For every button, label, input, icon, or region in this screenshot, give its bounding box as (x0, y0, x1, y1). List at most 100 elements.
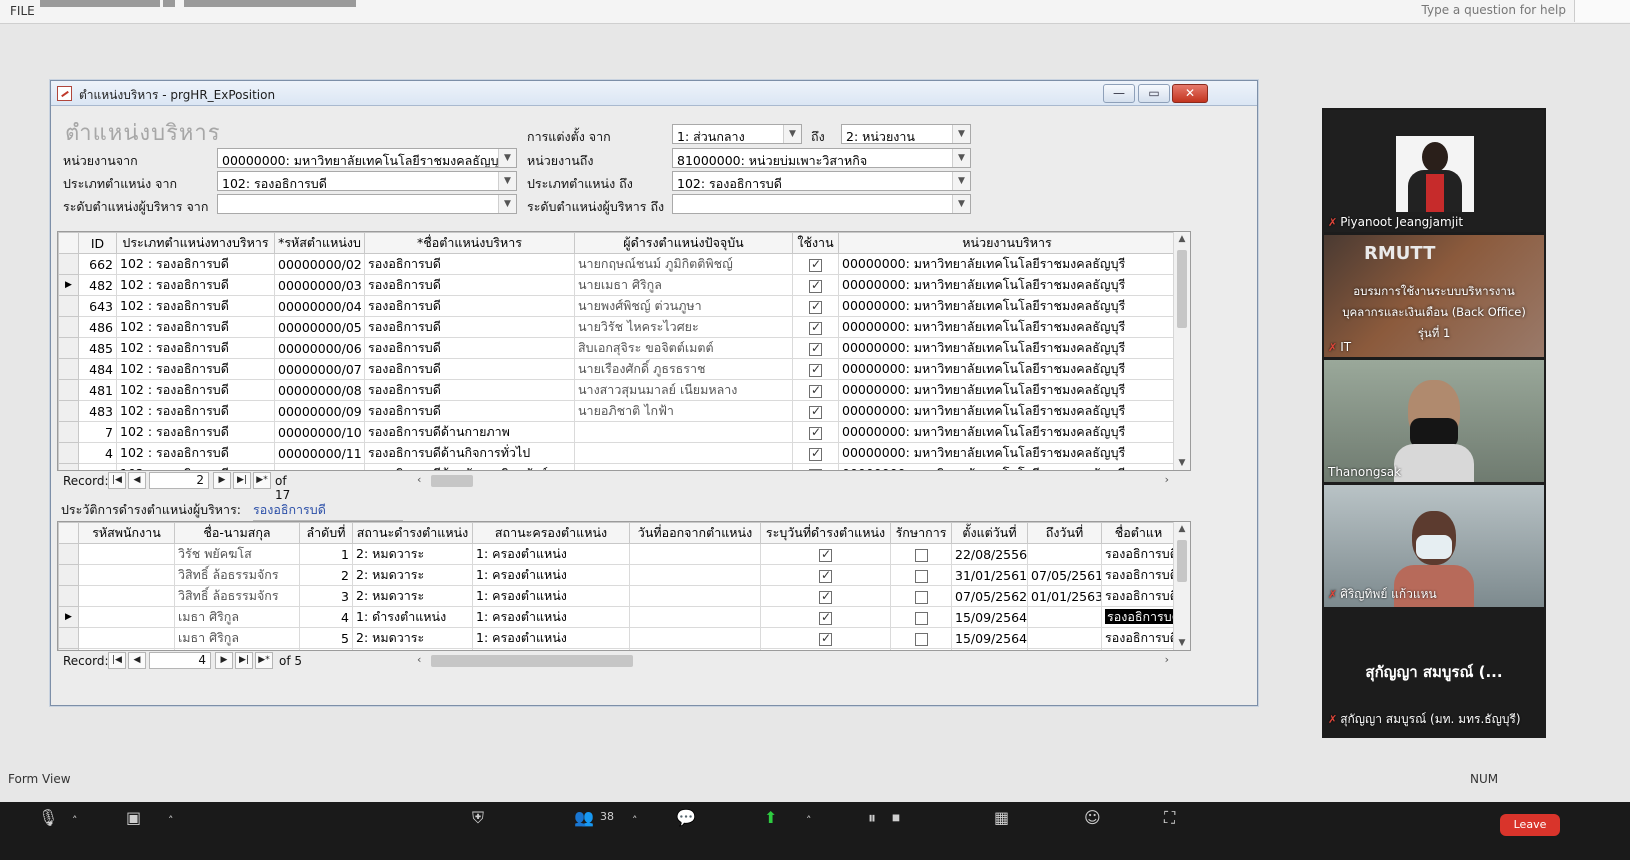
holder-cell[interactable] (574, 442, 793, 464)
name-cell[interactable]: รองอธิการบดี (364, 400, 575, 422)
ribbon-tab-stub[interactable] (163, 0, 175, 7)
to-date-cell[interactable] (1027, 627, 1102, 649)
name-cell[interactable]: รองอธิการบดี (364, 358, 575, 380)
table-row[interactable]: เมธา ศิริกูล52: หมดวาระ1: ครองตำแหน่ง 15/… (58, 627, 1176, 649)
unit-cell[interactable]: 00000000: มหาวิทยาลัยเทคโนโลยีราชมงคลธัญ… (838, 421, 1176, 443)
employee-name-cell[interactable]: เมธา ศิริกูล (174, 627, 300, 649)
name-cell[interactable]: รองอธิการบดี (364, 379, 575, 401)
holder-cell[interactable] (574, 421, 793, 443)
checkbox[interactable] (914, 569, 928, 583)
next-record-icon[interactable]: ▶ (215, 652, 233, 669)
table-row[interactable]: วิสิทธิ์ ล้อธรรมจักร 3 2: หมดวาระ 1: ครองตำ… (58, 585, 1176, 607)
row-selector[interactable] (58, 295, 79, 317)
checkbox[interactable] (819, 547, 832, 562)
code-cell[interactable]: 00000000/07 (274, 358, 365, 380)
checkbox[interactable] (809, 257, 822, 272)
column-header[interactable]: ประเภทตำแหน่งทางบริหาร (116, 232, 275, 254)
checkbox[interactable] (819, 589, 832, 604)
acting-cell[interactable] (890, 564, 952, 586)
hold-status-cell[interactable]: 1: ครองตำแหน่ง (472, 585, 630, 607)
positions-vscroll[interactable]: ▲ ▼ (1173, 232, 1190, 470)
type-cell[interactable]: 102 : รองอธิการบดี (116, 400, 275, 422)
id-cell[interactable]: 643 (78, 295, 117, 317)
column-header[interactable]: ผู้ดำรงตำแหน่งปัจจุบัน (574, 232, 793, 254)
chevron-down-icon[interactable]: ▼ (952, 125, 970, 143)
name-cell[interactable]: รองอธิการบดีด้านกิจการทั่วไป (364, 442, 575, 464)
code-cell[interactable]: 00000000/04 (274, 295, 365, 317)
column-header[interactable]: ลำดับที่ (299, 522, 353, 544)
unit-cell[interactable]: 00000000: มหาวิทยาลัยเทคโนโลยีราชมงคลธัญ… (838, 379, 1176, 401)
unit-cell[interactable]: 00000000: มหาวิทยาลัยเทคโนโลยีราชมงคลธัญ… (838, 253, 1176, 275)
chevron-up-icon[interactable]: ˄ (632, 814, 638, 827)
column-header[interactable]: ID (78, 232, 117, 254)
to-date-cell[interactable]: 01/01/2563 (1027, 585, 1102, 607)
row-selector[interactable] (58, 564, 79, 586)
hold-status-cell[interactable]: 1: ครองตำแหน่ง (472, 543, 630, 565)
table-row[interactable]: ▶ เมธา ศิริกูล 4 1: ดำรงตำแหน่ง 1: ครองตำแหน… (58, 606, 1176, 628)
employee-id-cell[interactable] (78, 606, 175, 628)
position-status-cell[interactable]: 2: หมดวาระ (352, 585, 473, 607)
close-button[interactable]: ✕ (1172, 84, 1208, 103)
code-cell[interactable]: 00000000/02 (274, 253, 365, 275)
current-record-input[interactable]: 4 (149, 652, 211, 669)
employee-id-cell[interactable] (78, 627, 175, 649)
active-cell[interactable] (792, 316, 839, 338)
table-row[interactable]: วิรัช พยัคฆโส12: หมดวาระ1: ครองตำแหน่ง 22… (58, 543, 1176, 565)
column-header[interactable]: ชื่อ-นามสกุล (174, 522, 300, 544)
hold-status-cell[interactable]: 1: ครองตำแหน่ง (472, 606, 630, 628)
scroll-down-icon[interactable]: ▼ (1174, 458, 1190, 468)
id-cell[interactable]: 484 (78, 358, 117, 380)
employee-name-cell[interactable]: วิรัช พยัคฆโส (174, 543, 300, 565)
table-row[interactable]: 486 102 : รองอธิการบดี 00000000/05 รองอธิกา… (58, 316, 1176, 338)
active-cell[interactable] (792, 463, 839, 470)
code-cell[interactable]: 00000000/03 (274, 274, 365, 296)
type-cell[interactable]: 102 : รองอธิการบดี (116, 337, 275, 359)
type-cell[interactable]: 102 : รองอธิการบดี (116, 421, 275, 443)
left-date-cell[interactable] (629, 627, 761, 649)
type-cell[interactable]: 102 : รองอธิการบดี (116, 253, 275, 275)
participants-icon[interactable]: 👥 (574, 808, 594, 827)
row-selector[interactable] (58, 442, 79, 464)
position-status-cell[interactable]: 2: หมดวาระ (352, 627, 473, 649)
type-cell[interactable]: 102 : รองอธิการบดี (116, 463, 275, 470)
to-date-cell[interactable] (1027, 606, 1102, 628)
left-date-cell[interactable] (629, 543, 761, 565)
from-date-cell[interactable]: 22/08/2556 (951, 543, 1028, 565)
sequence-cell[interactable]: 5 (299, 627, 353, 649)
code-cell[interactable]: 00000000/08 (274, 379, 365, 401)
to-date-cell[interactable] (1027, 543, 1102, 565)
row-selector[interactable] (58, 627, 79, 649)
first-record-icon[interactable]: |◀ (108, 652, 126, 669)
position-status-cell[interactable]: 2: หมดวาระ (352, 564, 473, 586)
active-cell[interactable] (792, 358, 839, 380)
table-row[interactable]: 484 102 : รองอธิการบดี 00000000/07 รองอธิกา… (58, 358, 1176, 380)
row-selector[interactable] (58, 400, 79, 422)
row-selector[interactable]: ▶ (58, 274, 79, 296)
position-name-cell[interactable]: รองอธิการบดี (1101, 627, 1176, 649)
holder-cell[interactable]: นายกฤษณ์ชนม์ ภูมิกิตติพิชญ์ (574, 253, 793, 275)
active-cell[interactable] (792, 379, 839, 401)
empty-cell[interactable] (1027, 648, 1102, 650)
holder-cell[interactable]: นายเมธา ศิริกูล (574, 274, 793, 296)
type-cell[interactable]: 102 : รองอธิการบดี (116, 442, 275, 464)
row-selector[interactable] (58, 463, 79, 470)
name-cell[interactable]: รองอธิการบดี (364, 274, 575, 296)
next-record-icon[interactable]: ▶ (213, 472, 231, 489)
active-cell[interactable] (792, 274, 839, 296)
specify-date-cell[interactable] (760, 606, 891, 628)
row-selector[interactable] (58, 421, 79, 443)
from-date-cell[interactable]: 15/09/2564 (951, 627, 1028, 649)
prev-record-icon[interactable]: ◀ (128, 472, 146, 489)
table-row[interactable]: ▶ 482 102 : รองอธิการบดี 00000000/03 รองอธิก… (58, 274, 1176, 296)
level-from-combo[interactable]: ▼ (217, 194, 517, 214)
ribbon-tab-stub[interactable] (184, 0, 356, 7)
table-row[interactable]: 7 102 : รองอธิการบดี 00000000/10 รองอธิการบ… (58, 421, 1176, 443)
specify-date-cell[interactable] (760, 564, 891, 586)
checkbox[interactable] (809, 404, 822, 419)
file-menu[interactable]: FILE (10, 4, 35, 18)
row-selector[interactable] (58, 337, 79, 359)
left-date-cell[interactable] (629, 585, 761, 607)
help-dropdown[interactable] (1574, 0, 1630, 22)
checkbox[interactable] (809, 383, 822, 398)
checkbox[interactable] (914, 548, 928, 562)
